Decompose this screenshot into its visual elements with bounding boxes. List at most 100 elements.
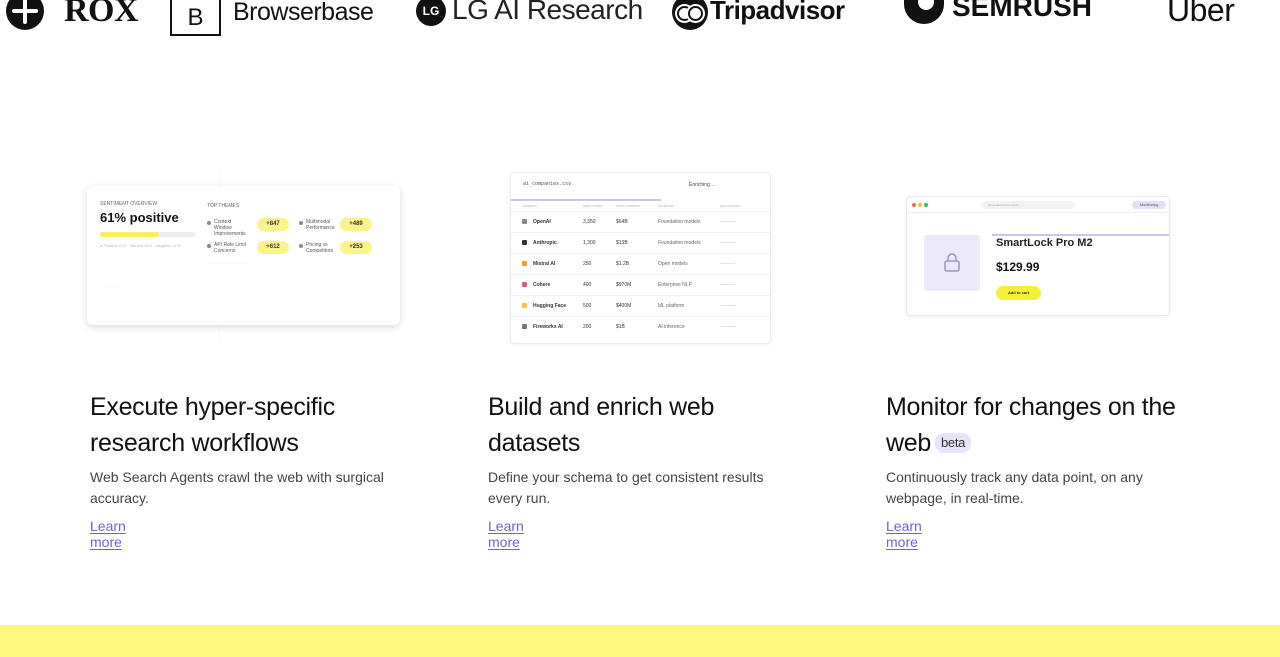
theme-bullet-icon [207, 244, 211, 248]
sentiment-overview-label: SENTIMENT OVERVIEW [100, 201, 158, 207]
employees-cell: 250 [583, 261, 592, 267]
enrich-status: Enriching ... [689, 182, 716, 188]
theme-label: Context Window Improvements [214, 219, 246, 237]
funding-cell: $1B [616, 324, 625, 330]
funding-cell: $400M [616, 303, 632, 309]
company-logo-icon [522, 282, 527, 287]
progress-line [511, 199, 661, 201]
lock-icon [944, 253, 960, 272]
category-cell: AI inference [658, 324, 685, 330]
feature-description: Define your schema to get consistent res… [488, 469, 764, 506]
category-cell: Enterprise NLP [658, 282, 692, 288]
company-cell: Mistral AI [533, 261, 556, 267]
employees-cell: 3,350 [583, 219, 596, 225]
window-close-dot [912, 203, 916, 207]
next-section-band [0, 625, 1280, 657]
monitor-preview-card: shop.electronics.com/sl Monitoring Smart… [906, 196, 1170, 316]
tripadvisor-logo: Tripadvisor [672, 0, 845, 30]
company-logo-icon [522, 240, 527, 245]
category-cell: Foundation models [658, 219, 701, 225]
feature-description: Web Search Agents crawl the web with sur… [90, 469, 384, 506]
product-name: SmartLock Pro M2 [996, 237, 1093, 249]
rox-logo-mark-icon [6, 0, 44, 30]
company-cell: Hugging Face [533, 303, 567, 309]
company-cell: Fireworks AI [533, 324, 563, 330]
table-row: Mistral AI 250 $1.2B Open models ——— [511, 253, 770, 274]
company-cell: Anthropic [533, 240, 557, 246]
semrush-logo: SEMRUSH [898, 0, 1092, 24]
hq-cell-placeholder: ——— [720, 303, 735, 309]
company-logo-icon [522, 303, 527, 308]
feature-title: Execute hyper-specific research workflow… [90, 393, 335, 457]
company-logo-icon [522, 219, 527, 224]
window-maximize-dot [924, 203, 928, 207]
window-minimize-dot [918, 203, 922, 207]
browserbase-logo-mark: B [170, 0, 221, 36]
column-header: EMPLOYEES [583, 204, 602, 208]
monitoring-badge: Monitoring [1132, 201, 1166, 209]
column-header: HQ LOCATION [720, 204, 741, 208]
column-header: CATEGORY [658, 204, 675, 208]
theme-bullet-icon [299, 244, 303, 248]
lg-logo-mark: LG [416, 0, 446, 26]
column-header: COMPANY [522, 204, 537, 208]
sentiment-progress-fill [100, 232, 159, 237]
sentiment-overview-card: SENTIMENT OVERVIEW 61% positive ● Positi… [87, 186, 400, 325]
top-themes-label: TOP THEMES [207, 203, 240, 209]
category-cell: ML platform [658, 303, 685, 309]
product-image [924, 235, 980, 291]
funding-cell: $13B [616, 240, 628, 246]
theme-bullet-icon [299, 221, 303, 225]
legend-row: ● Positive 61% · Neutral 28% · Negative … [100, 243, 181, 248]
tripadvisor-owl-icon [672, 0, 708, 30]
theme-count-badge: +489 [340, 218, 372, 231]
company-logo-icon [522, 261, 527, 266]
learn-more-link[interactable]: Learn more [886, 518, 922, 550]
customer-logo-strip: ROX B Browserbase LG LG AI Research Trip… [0, 0, 1280, 40]
add-to-cart-button: Add to cart [996, 286, 1041, 300]
hq-cell-placeholder: ——— [720, 240, 735, 246]
semrush-mark-icon [898, 0, 946, 24]
category-cell: Foundation models [658, 240, 701, 246]
sentiment-progress-bar [100, 232, 196, 237]
employees-cell: 500 [583, 303, 592, 309]
beta-badge: beta [934, 433, 972, 453]
company-logo-icon [522, 324, 527, 329]
feature-title: Build and enrich web datasets [488, 393, 715, 457]
employees-cell: 200 [583, 324, 592, 330]
learn-more-link[interactable]: Learn more [488, 518, 524, 550]
table-row: OpenAI 3,350 $64B Foundation models ——— [511, 211, 770, 232]
column-header: TOTAL FUNDING [616, 204, 640, 208]
learn-more-link[interactable]: Learn more [90, 518, 126, 550]
uber-logo: Uber [1167, 0, 1235, 28]
theme-label: Pricing vs Competitors [306, 242, 333, 254]
funding-cell: $64B [616, 219, 628, 225]
employees-cell: 1,300 [583, 240, 596, 246]
theme-bullet-icon [207, 221, 211, 225]
hq-cell-placeholder: ——— [720, 261, 735, 267]
employees-cell: 400 [583, 282, 592, 288]
feature-description: Continuously track any data point, on an… [886, 469, 1143, 506]
sources-note: · · · · · · · · · · · · · · · · · · [207, 261, 250, 266]
hq-cell-placeholder: ——— [720, 324, 735, 330]
table-row: Hugging Face 500 $400M ML platform ——— [511, 295, 770, 316]
hq-cell-placeholder: ——— [720, 219, 735, 225]
company-cell: OpenAI [533, 219, 551, 225]
theme-label: API Rate Limit Concerns [214, 242, 246, 254]
monitor-highlight-line [992, 234, 1169, 236]
sentiment-headline: 61% positive [100, 210, 179, 225]
feature-title-text: Monitor for changes on the web [886, 393, 1176, 457]
dataset-table-card: ai_companies.csv Enriching ... COMPANY E… [510, 172, 771, 344]
company-cell: Cohere [533, 282, 551, 288]
address-bar: shop.electronics.com/sl [982, 201, 1074, 209]
product-price: $129.99 [996, 260, 1040, 274]
theme-count-badge: +253 [340, 241, 372, 254]
category-cell: Open models [658, 261, 688, 267]
funding-cell: $970M [616, 282, 632, 288]
funding-cell: $1.2B [616, 261, 630, 267]
rox-logo: ROX [6, 0, 139, 30]
footer-note: · · · · · · · · [100, 284, 119, 289]
theme-count-badge: +847 [257, 218, 289, 231]
browserbase-logo: B Browserbase [170, 0, 374, 36]
feature-title: Monitor for changes on the web beta [886, 389, 1206, 461]
